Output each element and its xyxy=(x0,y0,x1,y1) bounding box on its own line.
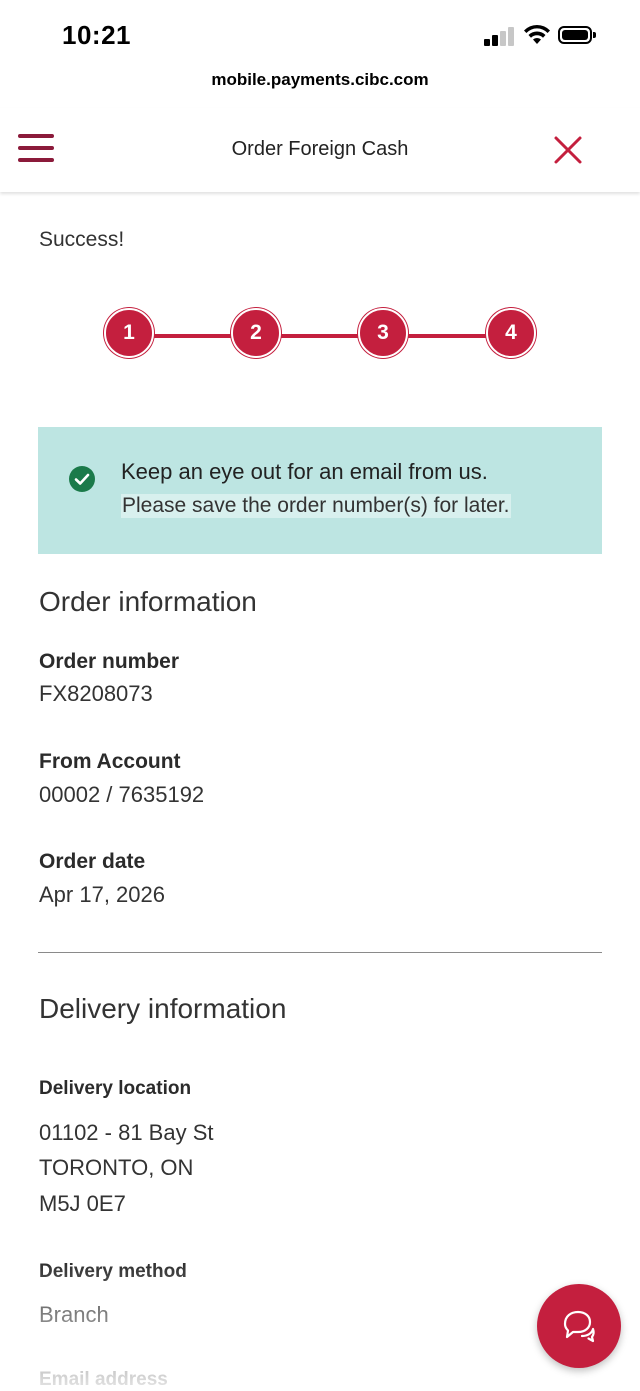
wifi-icon xyxy=(524,24,550,44)
success-notice: Keep an eye out for an email from us. Pl… xyxy=(38,427,602,554)
order-date-label: Order date xyxy=(39,850,146,873)
progress-stepper: 1 2 3 4 xyxy=(0,308,640,360)
status-time: 10:21 xyxy=(62,20,131,50)
order-information-heading: Order information xyxy=(39,586,257,617)
cellular-signal-icon xyxy=(484,26,516,46)
delivery-location-line2: TORONTO, ON xyxy=(39,1155,194,1180)
delivery-location-label: Delivery location xyxy=(39,1078,192,1099)
from-account-value: 00002 / 7635192 xyxy=(39,782,205,807)
email-address-label: Email address xyxy=(39,1369,168,1390)
page-title: Order Foreign Cash xyxy=(231,138,409,160)
section-divider xyxy=(38,952,602,953)
chat-button[interactable] xyxy=(537,1284,621,1368)
browser-url[interactable]: mobile.payments.cibc.com xyxy=(0,70,640,90)
app-header: Order Foreign Cash xyxy=(0,108,640,192)
stepper-line xyxy=(150,334,490,338)
step-3: 3 xyxy=(358,308,408,358)
notice-subtitle: Please save the order number(s) for late… xyxy=(121,494,511,518)
delivery-location-line1: 01102 - 81 Bay St xyxy=(39,1120,214,1145)
order-number-value: FX8208073 xyxy=(39,681,153,706)
delivery-method-value: Branch xyxy=(39,1302,109,1327)
success-message: Success! xyxy=(39,228,125,251)
order-date-value: Apr 17, 2026 xyxy=(39,882,165,907)
delivery-method-label: Delivery method xyxy=(39,1261,187,1282)
delivery-information-heading: Delivery information xyxy=(39,993,287,1024)
step-2: 2 xyxy=(231,308,281,358)
order-number-label: Order number xyxy=(39,650,180,673)
step-1: 1 xyxy=(104,308,154,358)
delivery-location-line3: M5J 0E7 xyxy=(39,1191,126,1216)
status-bar: 10:21 xyxy=(0,0,640,62)
notice-title: Keep an eye out for an email from us. xyxy=(121,459,488,484)
battery-icon xyxy=(558,26,596,44)
from-account-label: From Account xyxy=(39,750,181,773)
chat-bubbles-icon xyxy=(563,1310,595,1343)
step-4: 4 xyxy=(486,308,536,358)
check-circle-icon xyxy=(69,466,95,492)
close-icon[interactable] xyxy=(552,134,584,166)
